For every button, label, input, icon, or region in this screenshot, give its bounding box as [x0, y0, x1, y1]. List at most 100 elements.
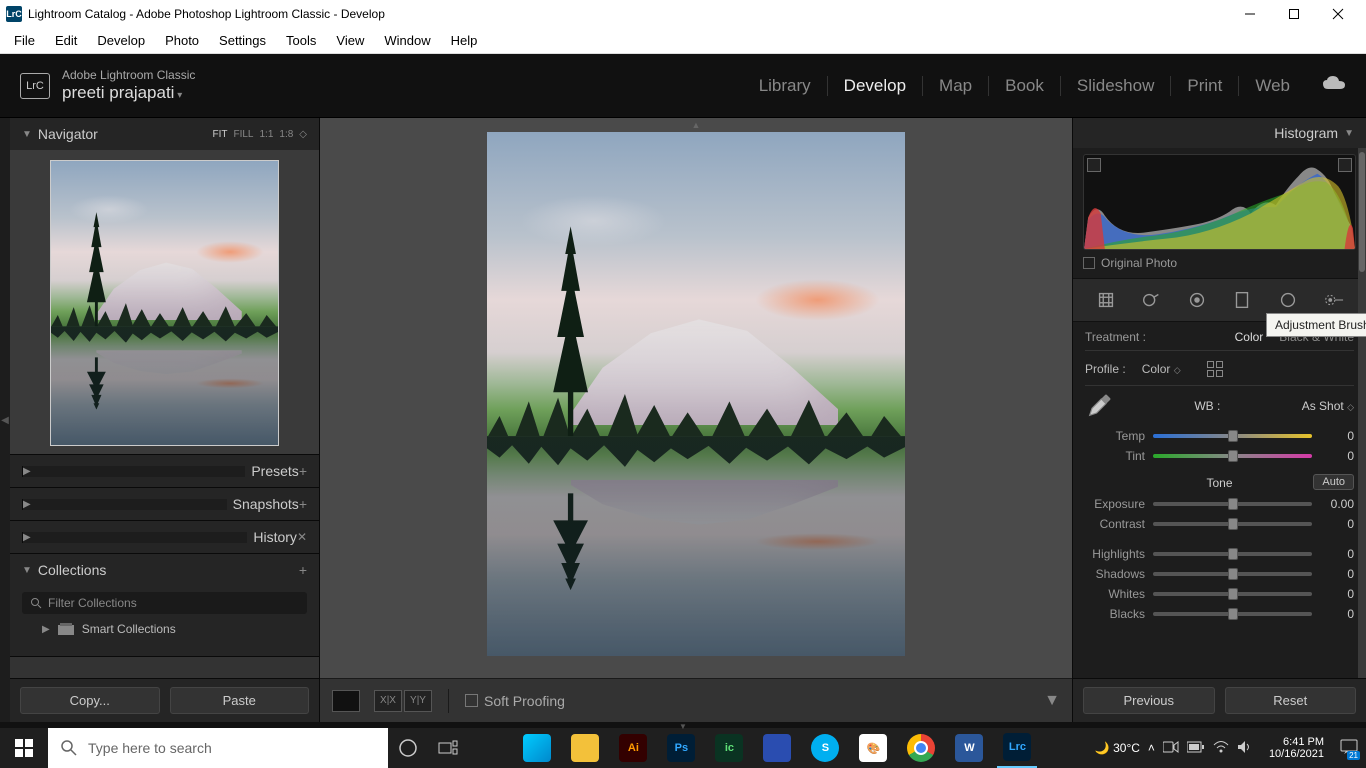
zoom-chevron-icon[interactable]: ◇	[299, 129, 307, 140]
taskbar-app-paint[interactable]: 🎨	[853, 728, 893, 768]
auto-tone-button[interactable]: Auto	[1313, 474, 1354, 490]
start-button[interactable]	[0, 728, 48, 768]
tray-chevron-icon[interactable]: ˄	[1148, 741, 1155, 755]
module-library[interactable]: Library	[743, 76, 828, 96]
taskbar-app-incopy[interactable]: ic	[709, 728, 749, 768]
temp-slider[interactable]	[1153, 434, 1312, 438]
profile-select[interactable]: Color ◇	[1142, 362, 1181, 376]
original-photo-toggle[interactable]: Original Photo	[1083, 256, 1356, 270]
taskbar-app-photoshop[interactable]: Ps	[661, 728, 701, 768]
menu-develop[interactable]: Develop	[87, 29, 155, 52]
tooltip: Adjustment Brush (K)	[1266, 313, 1366, 337]
close-button[interactable]	[1316, 0, 1360, 28]
module-print[interactable]: Print	[1171, 76, 1239, 96]
module-web[interactable]: Web	[1239, 76, 1306, 96]
paste-button[interactable]: Paste	[170, 687, 310, 714]
history-header[interactable]: History✕	[10, 521, 319, 553]
before-after-tb-button[interactable]: Y|Y	[404, 690, 432, 712]
taskbar-app-illustrator[interactable]: Ai	[613, 728, 653, 768]
taskbar-app-lightroom[interactable]: Lrc	[997, 728, 1037, 768]
task-view-icon[interactable]	[428, 728, 468, 768]
crop-tool[interactable]	[1093, 287, 1119, 313]
tray-wifi-icon[interactable]	[1213, 740, 1229, 757]
toolbar-menu-icon[interactable]: ▼	[1044, 692, 1060, 710]
left-panel-toggle[interactable]: ◀	[0, 118, 10, 722]
tray-battery-icon[interactable]	[1187, 741, 1205, 756]
menu-settings[interactable]: Settings	[209, 29, 276, 52]
tray-volume-icon[interactable]	[1237, 740, 1253, 757]
spot-removal-tool[interactable]	[1138, 287, 1164, 313]
adjustment-brush-tool[interactable]	[1320, 287, 1346, 313]
filmstrip-toggle-top[interactable]: ▲	[692, 120, 701, 130]
weather-widget[interactable]: 🌙 30°C	[1095, 741, 1140, 755]
before-after-lr-button[interactable]: X|X	[374, 690, 402, 712]
shadows-slider[interactable]	[1153, 572, 1312, 576]
navigator-thumbnail[interactable]	[10, 150, 319, 454]
red-eye-tool[interactable]	[1184, 287, 1210, 313]
profile-browser-icon[interactable]	[1207, 361, 1225, 377]
graduated-filter-tool[interactable]	[1229, 287, 1255, 313]
menu-file[interactable]: File	[4, 29, 45, 52]
wb-preset-select[interactable]: As Shot ◇	[1302, 399, 1354, 413]
exposure-slider[interactable]	[1153, 502, 1312, 506]
maximize-button[interactable]	[1272, 0, 1316, 28]
module-book[interactable]: Book	[989, 76, 1061, 96]
smart-collections-item[interactable]: ▶ Smart Collections	[22, 622, 307, 636]
reset-button[interactable]: Reset	[1225, 687, 1357, 714]
histogram-display[interactable]	[1083, 154, 1356, 250]
highlights-slider[interactable]	[1153, 552, 1312, 556]
whites-slider[interactable]	[1153, 592, 1312, 596]
collections-add-icon[interactable]: +	[299, 562, 307, 578]
taskbar-app-word[interactable]: W	[949, 728, 989, 768]
action-center-icon[interactable]: 21	[1340, 739, 1358, 758]
taskbar-clock[interactable]: 6:41 PM10/16/2021	[1261, 736, 1332, 760]
treatment-color[interactable]: Color	[1235, 330, 1264, 344]
presets-header[interactable]: Presets+	[10, 455, 319, 487]
taskbar-app-teams[interactable]	[757, 728, 797, 768]
tray-meet-now-icon[interactable]	[1163, 740, 1179, 757]
left-panel: Navigator FIT FILL 1:1 1:8 ◇	[10, 118, 320, 722]
zoom-fill[interactable]: FILL	[233, 129, 253, 140]
cortana-icon[interactable]	[388, 728, 428, 768]
previous-button[interactable]: Previous	[1083, 687, 1215, 714]
filter-collections-input[interactable]: Filter Collections	[22, 592, 307, 614]
taskbar-app-chrome[interactable]	[901, 728, 941, 768]
menu-window[interactable]: Window	[374, 29, 440, 52]
menu-photo[interactable]: Photo	[155, 29, 209, 52]
zoom-fit[interactable]: FIT	[212, 129, 227, 140]
minimize-button[interactable]	[1228, 0, 1272, 28]
cloud-sync-icon[interactable]	[1322, 75, 1346, 96]
snapshots-add-icon[interactable]: +	[299, 496, 307, 512]
soft-proofing-toggle[interactable]: Soft Proofing	[465, 693, 565, 709]
navigator-header[interactable]: Navigator FIT FILL 1:1 1:8 ◇	[10, 118, 319, 150]
copy-button[interactable]: Copy...	[20, 687, 160, 714]
module-slideshow[interactable]: Slideshow	[1061, 76, 1172, 96]
blacks-slider[interactable]	[1153, 612, 1312, 616]
zoom-1-1[interactable]: 1:1	[259, 129, 273, 140]
taskbar-app-explorer[interactable]	[565, 728, 605, 768]
module-develop[interactable]: Develop	[828, 76, 923, 96]
radial-filter-tool[interactable]	[1275, 287, 1301, 313]
wb-eyedropper-tool[interactable]	[1085, 392, 1113, 420]
presets-add-icon[interactable]: +	[299, 463, 307, 479]
menu-edit[interactable]: Edit	[45, 29, 87, 52]
right-scrollbar[interactable]	[1358, 148, 1366, 678]
taskbar-app-edge[interactable]	[517, 728, 557, 768]
contrast-slider[interactable]	[1153, 522, 1312, 526]
snapshots-header[interactable]: Snapshots+	[10, 488, 319, 520]
identity-plate[interactable]: preeti prajapati	[62, 83, 195, 103]
collections-header[interactable]: Collections+	[10, 554, 319, 586]
module-map[interactable]: Map	[923, 76, 989, 96]
zoom-1-8[interactable]: 1:8	[279, 129, 293, 140]
menu-help[interactable]: Help	[441, 29, 488, 52]
histogram-header[interactable]: Histogram▼	[1073, 118, 1366, 148]
tool-strip: Adjustment Brush (K)	[1073, 278, 1366, 322]
taskbar-search[interactable]: Type here to search	[48, 728, 388, 768]
taskbar-app-skype[interactable]: S	[805, 728, 845, 768]
menu-tools[interactable]: Tools	[276, 29, 326, 52]
history-clear-icon[interactable]: ✕	[297, 530, 307, 544]
tint-slider[interactable]	[1153, 454, 1312, 458]
loupe-view-button[interactable]	[332, 690, 360, 712]
main-photo[interactable]	[487, 132, 905, 656]
menu-view[interactable]: View	[326, 29, 374, 52]
